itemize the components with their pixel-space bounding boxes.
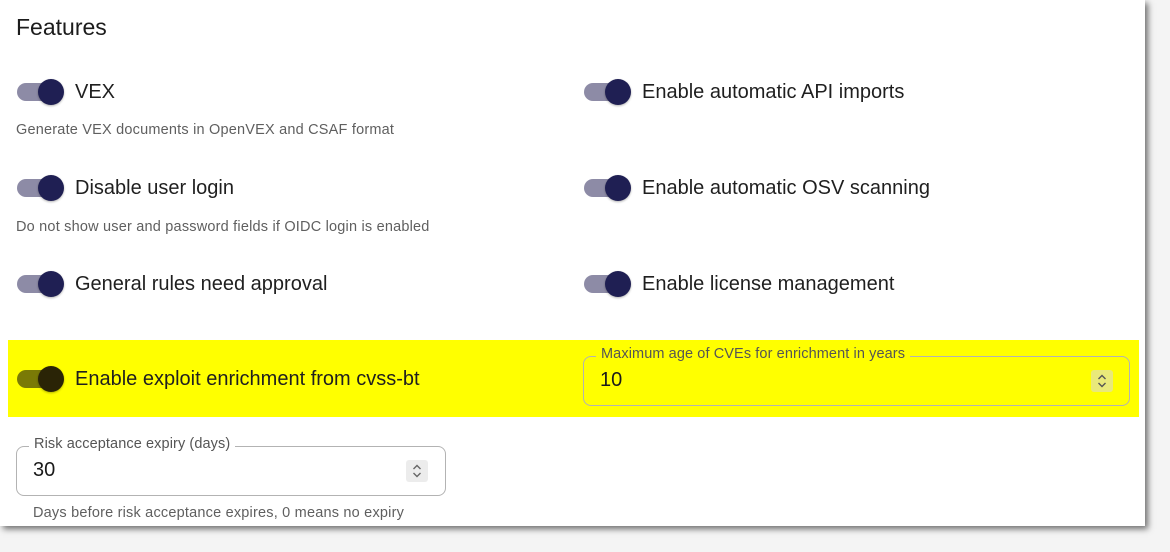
- exploit-enrichment-switch[interactable]: [16, 366, 64, 392]
- disable-login-toggle-row[interactable]: Disable user login: [16, 168, 234, 208]
- rules-approval-toggle-row[interactable]: General rules need approval: [16, 264, 327, 304]
- api-imports-toggle-row[interactable]: Enable automatic API imports: [583, 72, 904, 112]
- risk-expiry-label: Risk acceptance expiry (days): [29, 436, 236, 452]
- exploit-enrichment-toggle-row[interactable]: Enable exploit enrichment from cvss-bt: [16, 359, 420, 399]
- section-title: Features: [16, 14, 107, 40]
- switch-thumb: [38, 79, 64, 105]
- exploit-enrichment-label: Enable exploit enrichment from cvss-bt: [75, 367, 420, 390]
- license-mgmt-label: Enable license management: [642, 272, 895, 295]
- osv-scanning-toggle-row[interactable]: Enable automatic OSV scanning: [583, 168, 930, 208]
- risk-expiry-input[interactable]: 30: [33, 459, 55, 482]
- osv-scanning-label: Enable automatic OSV scanning: [642, 176, 930, 199]
- api-imports-switch[interactable]: [583, 79, 631, 105]
- spinner-up-down-icon[interactable]: [406, 460, 428, 482]
- switch-thumb: [38, 175, 64, 201]
- risk-expiry-hint: Days before risk acceptance expires, 0 m…: [33, 505, 405, 521]
- switch-thumb: [38, 271, 64, 297]
- disable-login-switch[interactable]: [16, 175, 64, 201]
- osv-scanning-switch[interactable]: [583, 175, 631, 201]
- vex-label: VEX: [75, 80, 116, 103]
- switch-thumb: [605, 175, 631, 201]
- switch-thumb: [38, 366, 64, 392]
- risk-expiry-field[interactable]: Risk acceptance expiry (days) 30: [16, 436, 446, 496]
- max-cve-age-field[interactable]: Maximum age of CVEs for enrichment in ye…: [583, 346, 1130, 406]
- license-mgmt-toggle-row[interactable]: Enable license management: [583, 264, 894, 304]
- features-card: Features VEX Generate VEX documents in O…: [0, 0, 1145, 526]
- vex-switch[interactable]: [16, 79, 64, 105]
- highlight-band: Enable exploit enrichment from cvss-bt M…: [8, 340, 1139, 417]
- spinner-up-down-icon[interactable]: [1091, 370, 1113, 392]
- vex-toggle-row[interactable]: VEX: [16, 72, 115, 112]
- switch-thumb: [605, 79, 631, 105]
- vex-hint: Generate VEX documents in OpenVEX and CS…: [16, 122, 395, 138]
- api-imports-label: Enable automatic API imports: [642, 80, 905, 103]
- max-cve-age-label: Maximum age of CVEs for enrichment in ye…: [596, 346, 911, 362]
- switch-thumb: [605, 271, 631, 297]
- disable-login-label: Disable user login: [75, 176, 234, 199]
- license-mgmt-switch[interactable]: [583, 271, 631, 297]
- max-cve-age-input[interactable]: 10: [600, 369, 622, 392]
- disable-login-hint: Do not show user and password fields if …: [16, 219, 430, 235]
- rules-approval-switch[interactable]: [16, 271, 64, 297]
- rules-approval-label: General rules need approval: [75, 272, 328, 295]
